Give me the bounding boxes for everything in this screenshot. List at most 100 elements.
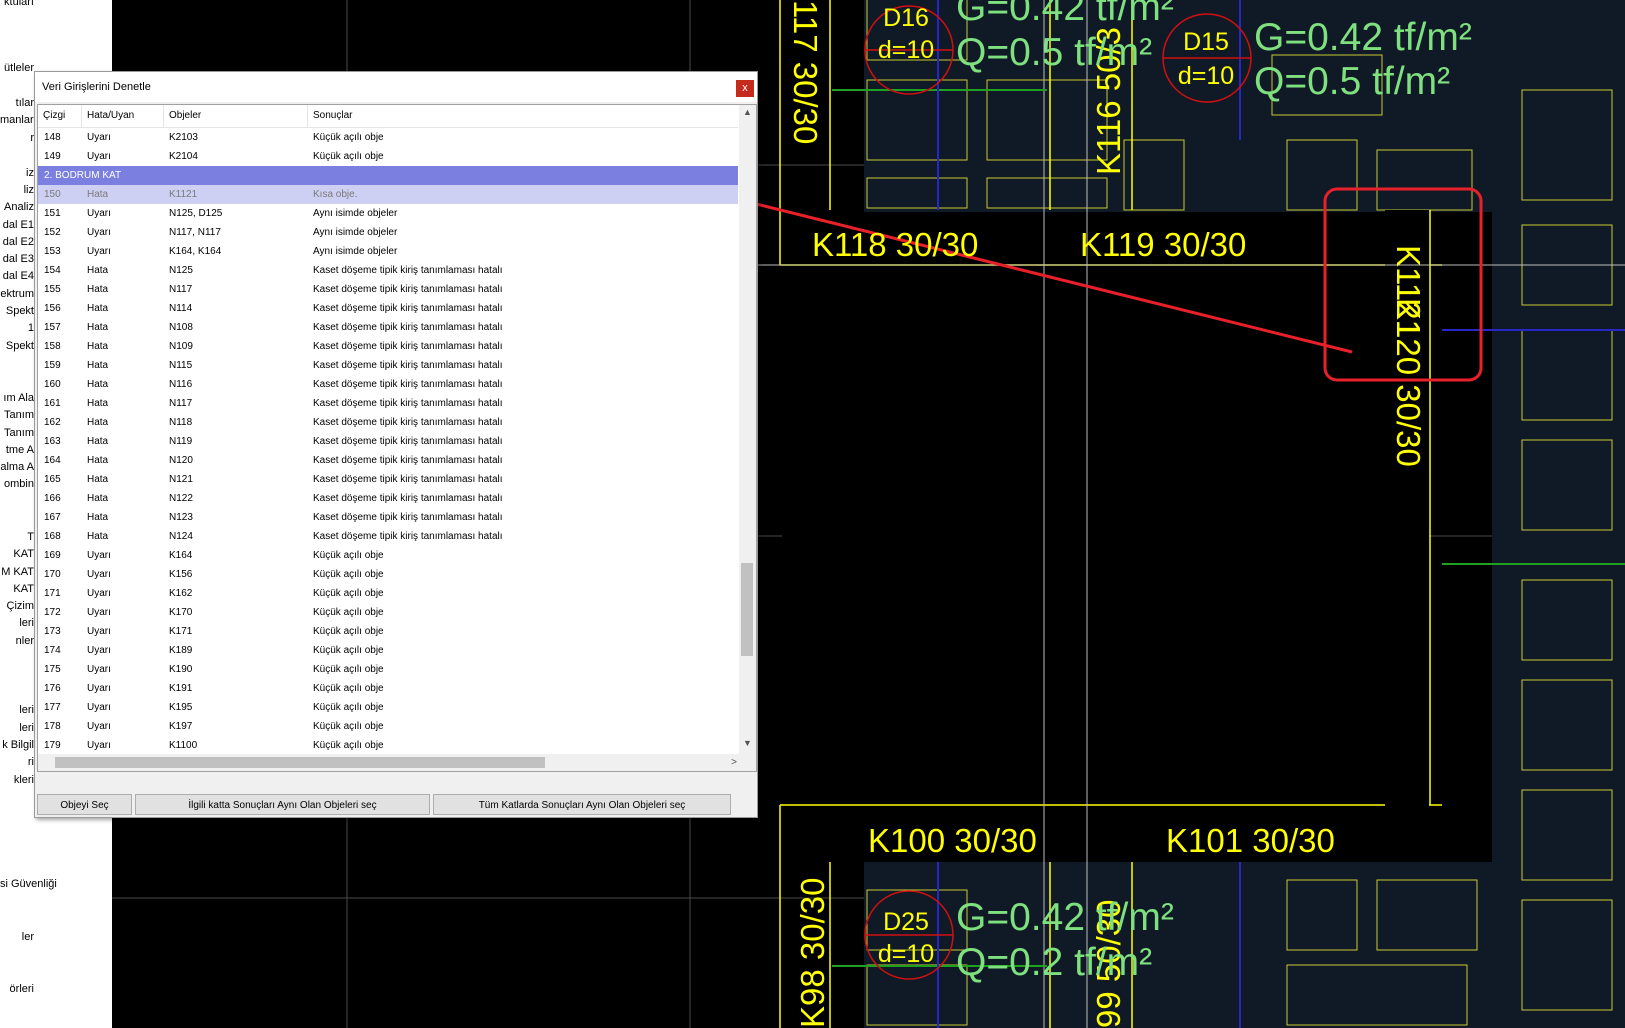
row-line-cell: 151 — [44, 208, 61, 219]
column-header-line[interactable]: Çizgi — [38, 105, 82, 127]
table-row[interactable]: 179 Uyarı K1100 Küçük açılı obje — [38, 736, 738, 755]
row-objects-cell: K164 — [169, 550, 193, 561]
row-line-cell: 178 — [44, 721, 61, 732]
row-line-cell: 159 — [44, 360, 61, 371]
row-objects-cell: N108 — [169, 322, 193, 333]
row-objects-cell: N121 — [169, 474, 193, 485]
group-header-row[interactable]: 2. BODRUM KAT — [38, 166, 738, 185]
row-result-cell: Kaset döşeme tipik kiriş tanımlaması hat… — [313, 417, 503, 428]
table-row[interactable]: 149 Uyarı K2104 Küçük açılı obje — [38, 147, 738, 166]
row-result-cell: Aynı isimde objeler — [313, 246, 398, 257]
table-row[interactable]: 161 Hata N117 Kaset döşeme tipik kiriş tanı… — [38, 394, 738, 413]
row-result-cell: Kısa obje. — [313, 189, 358, 200]
table-row[interactable]: 169 Uyarı K164 Küçük açılı obje — [38, 546, 738, 565]
table-row[interactable]: 174 Uyarı K189 Küçük açılı obje — [38, 641, 738, 660]
row-objects-cell: K164, K164 — [169, 246, 222, 257]
row-result-cell: Küçük açılı obje — [313, 683, 384, 694]
table-row[interactable]: 151 Uyarı N125, D125 Aynı isimde objeler — [38, 204, 738, 223]
close-icon[interactable]: x — [736, 80, 754, 97]
table-row[interactable]: 162 Hata N118 Kaset döşeme tipik kiriş tanı… — [38, 413, 738, 432]
row-result-cell: Kaset döşeme tipik kiriş tanımlaması hat… — [313, 379, 503, 390]
table-row[interactable]: 158 Hata N109 Kaset döşeme tipik kiriş tanı… — [38, 337, 738, 356]
row-objects-cell: K2104 — [169, 151, 198, 162]
row-objects-cell: N123 — [169, 512, 193, 523]
row-type-cell: Uyarı — [87, 664, 111, 675]
row-objects-cell: N115 — [169, 360, 193, 371]
select-object-button[interactable]: Objeyi Seç — [37, 794, 132, 815]
row-type-cell: Hata — [87, 493, 109, 504]
row-line-cell: 174 — [44, 645, 61, 656]
row-result-cell: Kaset döşeme tipik kiriş tanımlaması hat… — [313, 303, 503, 314]
table-row[interactable]: 167 Hata N123 Kaset döşeme tipik kiriş tanı… — [38, 508, 738, 527]
tree-item[interactable]: ktuları — [0, 0, 112, 8]
table-row[interactable]: 168 Hata N124 Kaset döşeme tipik kiriş tanı… — [38, 527, 738, 546]
slab-d15-dead-load: G=0.42 tf/m² — [1254, 16, 1472, 59]
table-row[interactable]: 177 Uyarı K195 Küçük açılı obje — [38, 698, 738, 717]
row-result-cell: Kaset döşeme tipik kiriş tanımlaması hat… — [313, 360, 503, 371]
beam-label-k118: K118 30/30 — [812, 226, 978, 263]
row-line-cell: 168 — [44, 531, 61, 542]
table-row[interactable]: 156 Hata N114 Kaset döşeme tipik kiriş tanı… — [38, 299, 738, 318]
row-type-cell: Hata — [87, 455, 109, 466]
table-row[interactable]: 173 Uyarı K171 Küçük açılı obje — [38, 622, 738, 641]
column-header-objects[interactable]: Objeler — [164, 105, 308, 127]
table-row[interactable]: 152 Uyarı N117, N117 Aynı isimde objeler — [38, 223, 738, 242]
slab-d25-dead-load: G=0.42 tf/m² — [956, 896, 1174, 939]
table-row[interactable]: 163 Hata N119 Kaset döşeme tipik kiriş tanı… — [38, 432, 738, 451]
row-type-cell: Hata — [87, 417, 109, 428]
row-result-cell: Küçük açılı obje — [313, 740, 384, 751]
table-row[interactable]: 166 Hata N122 Kaset döşeme tipik kiriş tanı… — [38, 489, 738, 508]
scroll-down-icon[interactable]: ▼ — [739, 738, 756, 753]
row-line-cell: 169 — [44, 550, 61, 561]
row-result-cell: Küçük açılı obje — [313, 550, 384, 561]
scroll-up-icon[interactable]: ▲ — [739, 107, 756, 122]
slab-d25-live-load: Q=0.2 tf/m² — [956, 941, 1152, 984]
table-row[interactable]: 171 Uyarı K162 Küçük açılı obje — [38, 584, 738, 603]
row-result-cell: Küçük açılı obje — [313, 132, 384, 143]
table-row[interactable]: 157 Hata N108 Kaset döşeme tipik kiriş tanı… — [38, 318, 738, 337]
select-same-result-floor-button[interactable]: İlgili katta Sonuçları Aynı Olan Objeler… — [135, 794, 430, 815]
table-row[interactable]: 176 Uyarı K191 Küçük açılı obje — [38, 679, 738, 698]
row-result-cell: Küçük açılı obje — [313, 588, 384, 599]
dialog-titlebar[interactable]: Veri Girişlerini Denetle x — [35, 72, 757, 102]
table-row[interactable]: 175 Uyarı K190 Küçük açılı obje — [38, 660, 738, 679]
table-row[interactable]: 160 Hata N116 Kaset döşeme tipik kiriş tanı… — [38, 375, 738, 394]
table-row[interactable]: 170 Uyarı K156 Küçük açılı obje — [38, 565, 738, 584]
slab-d25-name: D25 — [883, 908, 929, 936]
table-row[interactable]: 148 Uyarı K2103 Küçük açılı obje — [38, 128, 738, 147]
vertical-scrollbar[interactable]: ▲ ▼ — [739, 105, 756, 771]
table-row[interactable]: 153 Uyarı K164, K164 Aynı isimde objeler — [38, 242, 738, 261]
row-objects-cell: N125 — [169, 265, 193, 276]
row-objects-cell: K171 — [169, 626, 193, 637]
select-same-result-all-floors-button[interactable]: Tüm Katlarda Sonuçları Aynı Olan Objeler… — [433, 794, 731, 815]
scroll-right-icon[interactable]: > — [731, 754, 737, 771]
table-row[interactable]: 178 Uyarı K197 Küçük açılı obje — [38, 717, 738, 736]
row-objects-cell: N109 — [169, 341, 193, 352]
row-objects-cell: K190 — [169, 664, 193, 675]
table-row[interactable]: 165 Hata N121 Kaset döşeme tipik kiriş tanı… — [38, 470, 738, 489]
results-listview[interactable]: Çizgi Hata/Uyan Objeler Sonuçlar 148 Uyar… — [37, 104, 757, 772]
table-row[interactable]: 159 Hata N115 Kaset döşeme tipik kiriş tanı… — [38, 356, 738, 375]
row-result-cell: Kaset döşeme tipik kiriş tanımlaması hat… — [313, 455, 503, 466]
table-row[interactable]: 150 Hata K1121 Kısa obje. — [38, 185, 738, 204]
row-type-cell: Uyarı — [87, 740, 111, 751]
row-objects-cell: K156 — [169, 569, 193, 580]
horizontal-scroll-thumb[interactable] — [55, 757, 545, 768]
table-row[interactable]: 155 Hata N117 Kaset döşeme tipik kiriş tanı… — [38, 280, 738, 299]
tree-item[interactable]: örleri — [0, 983, 112, 995]
column-header-type[interactable]: Hata/Uyan — [82, 105, 164, 127]
beam-label-k101: K101 30/30 — [1166, 822, 1335, 859]
dialog-title: Veri Girişlerini Denetle — [42, 81, 151, 93]
vertical-scroll-thumb[interactable] — [741, 563, 753, 656]
table-row[interactable]: 154 Hata N125 Kaset döşeme tipik kiriş tanı… — [38, 261, 738, 280]
row-line-cell: 156 — [44, 303, 61, 314]
list-header: Çizgi Hata/Uyan Objeler Sonuçlar — [38, 105, 738, 128]
tree-item[interactable]: ler — [0, 931, 112, 943]
table-row[interactable]: 172 Uyarı K170 Küçük açılı obje — [38, 603, 738, 622]
horizontal-scrollbar[interactable]: > — [38, 754, 739, 771]
tree-item[interactable]: si Güvenliği — [0, 878, 112, 890]
column-header-results[interactable]: Sonuçlar — [308, 105, 738, 127]
beam-label-k117: 117 30/30 — [787, 0, 824, 144]
row-objects-cell: K197 — [169, 721, 193, 732]
table-row[interactable]: 164 Hata N120 Kaset döşeme tipik kiriş tanı… — [38, 451, 738, 470]
